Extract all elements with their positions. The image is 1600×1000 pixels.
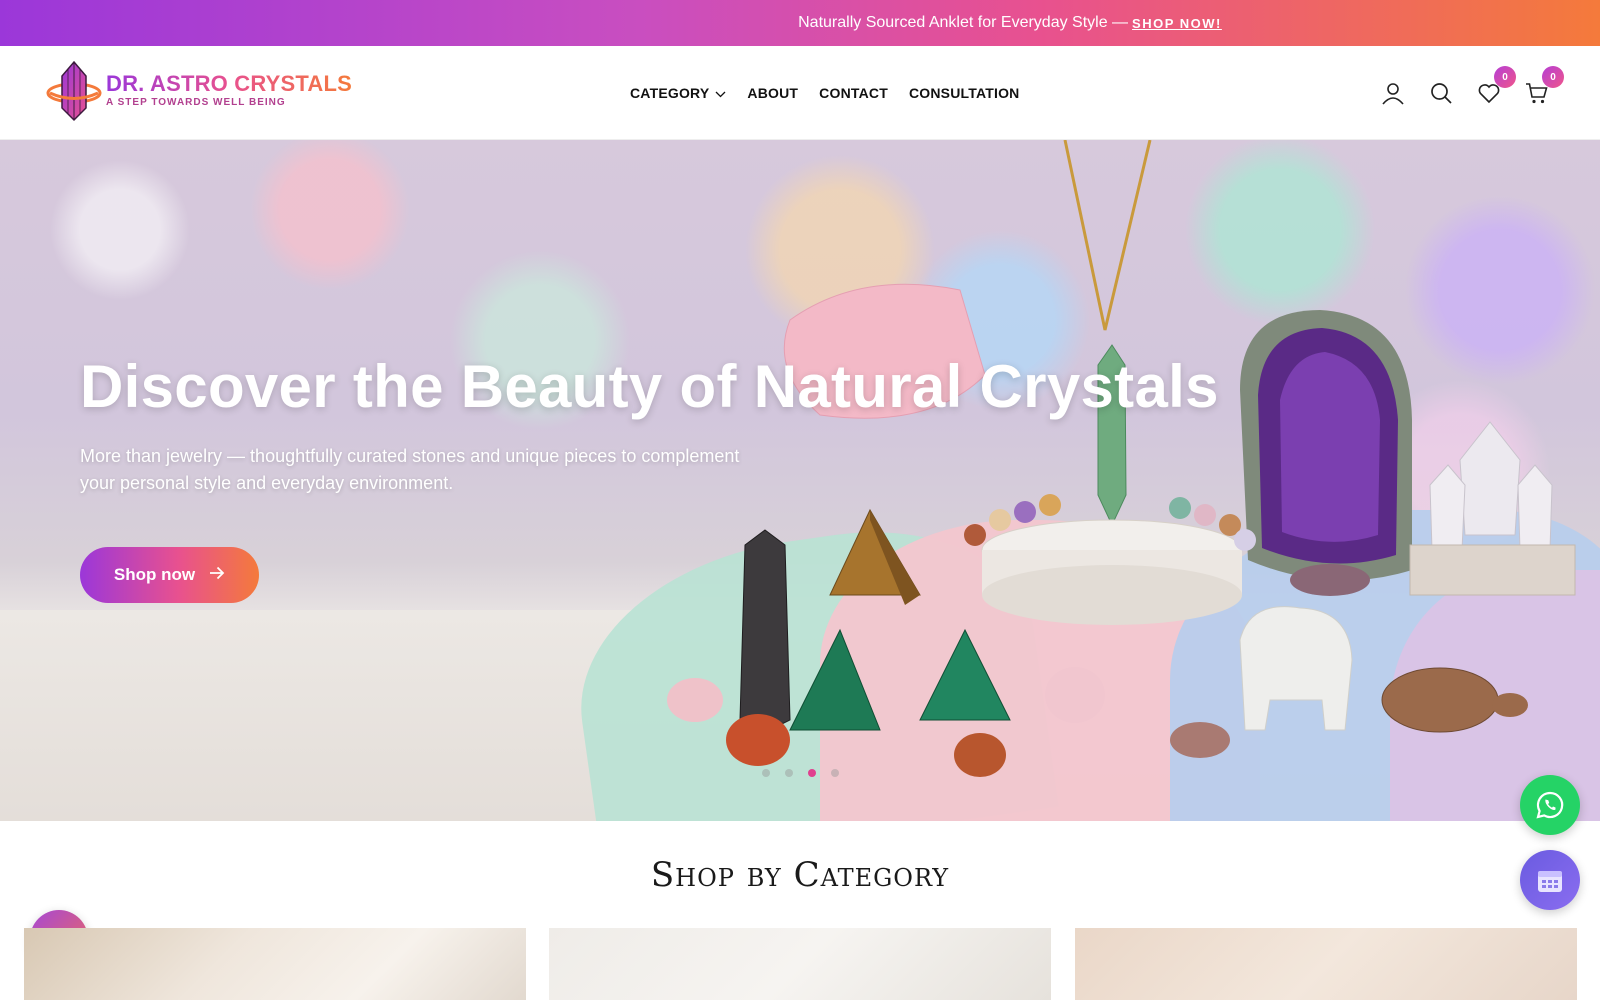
wishlist-button[interactable]: 0 bbox=[1474, 66, 1516, 108]
slider-pagination bbox=[762, 769, 854, 777]
slide-dot-2[interactable] bbox=[785, 769, 793, 777]
category-card-2[interactable] bbox=[549, 928, 1051, 1000]
nav-item-consultation[interactable]: CONSULTATION bbox=[909, 85, 1020, 101]
nav-item-category[interactable]: CATEGORY bbox=[630, 85, 726, 101]
hero-banner: Discover the Beauty of Natural Crystals … bbox=[0, 140, 1600, 821]
crystal-planet-logo-icon bbox=[46, 60, 102, 122]
cart-count-badge: 0 bbox=[1542, 66, 1564, 88]
search-icon bbox=[1431, 83, 1452, 104]
announcement-bar: Naturally Sourced Anklet for Everyday St… bbox=[0, 0, 1600, 46]
shop-by-category-heading: Shop by Category bbox=[650, 855, 950, 895]
user-icon bbox=[1382, 83, 1404, 105]
category-card-3[interactable] bbox=[1075, 928, 1577, 1000]
nav-item-contact[interactable]: CONTACT bbox=[819, 85, 888, 101]
whatsapp-icon bbox=[1536, 791, 1564, 819]
slide-dot-4[interactable] bbox=[831, 769, 839, 777]
category-card-1[interactable] bbox=[24, 928, 526, 1000]
main-nav: CATEGORY ABOUT CONTACT CONSULTATION bbox=[630, 46, 1040, 140]
header-actions: 0 0 bbox=[1360, 46, 1564, 140]
shop-now-button[interactable]: Shop now bbox=[80, 547, 259, 603]
announcement-text: Naturally Sourced Anklet for Everyday St… bbox=[798, 14, 1129, 31]
brand-logo[interactable]: DR. ASTRO CRYSTALS A STEP TOWARDS WELL B… bbox=[46, 60, 352, 122]
chevron-down-icon bbox=[715, 85, 726, 101]
arrow-right-icon bbox=[209, 565, 225, 585]
whatsapp-button[interactable] bbox=[1520, 775, 1580, 835]
search-button[interactable] bbox=[1426, 78, 1456, 108]
nav-item-about[interactable]: ABOUT bbox=[747, 85, 798, 101]
cart-button[interactable]: 0 bbox=[1522, 66, 1564, 108]
nav-item-label: CATEGORY bbox=[630, 85, 710, 101]
announcement-shop-now-link[interactable]: SHOP NOW! bbox=[1132, 16, 1222, 31]
hero-title: Discover the Beauty of Natural Crystals bbox=[80, 353, 1219, 420]
wishlist-count-badge: 0 bbox=[1494, 66, 1516, 88]
brand-name: DR. ASTRO CRYSTALS bbox=[106, 71, 353, 96]
brand-tagline: A STEP TOWARDS WELL BEING bbox=[106, 97, 286, 108]
shop-now-label: Shop now bbox=[113, 565, 196, 584]
hero-subtitle: More than jewelry — thoughtfully curated… bbox=[80, 446, 740, 493]
slide-dot-3[interactable] bbox=[808, 769, 816, 777]
account-button[interactable] bbox=[1378, 78, 1408, 108]
slide-dot-1[interactable] bbox=[762, 769, 770, 777]
site-header: DR. ASTRO CRYSTALS A STEP TOWARDS WELL B… bbox=[0, 46, 1600, 140]
